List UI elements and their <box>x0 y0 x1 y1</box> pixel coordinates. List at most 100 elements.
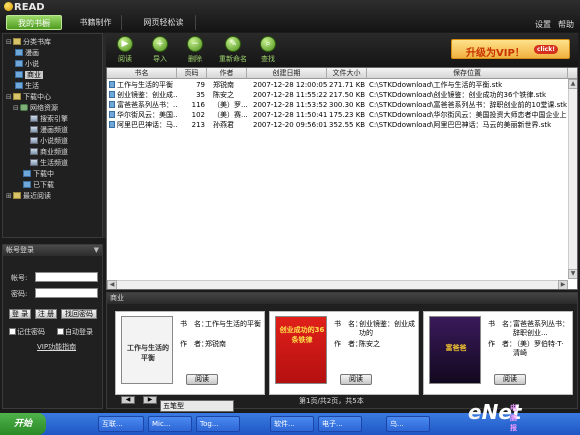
cell-name: 富爸爸系列丛书：... <box>109 100 177 110</box>
column-header-pages[interactable]: 页码 <box>177 68 207 79</box>
tree-item-category-library[interactable]: ⊟ 分类书库 <box>6 37 51 47</box>
book-card[interactable]: 工作与生活的平衡 书 名： 工作与生活的平衡 作 者： 郑锐南 阅读 <box>115 311 265 395</box>
logo-icon <box>4 2 13 11</box>
tree-item-downloaded[interactable]: 已下载 <box>23 180 54 190</box>
tree-item-novel-channel[interactable]: 小说频道 <box>30 136 68 146</box>
account-input[interactable] <box>35 272 98 282</box>
scroll-right-icon[interactable]: ▶ <box>558 280 568 289</box>
read-book-button[interactable]: 阅读 <box>186 374 218 385</box>
tab-web-easy-read[interactable]: 网页轻松读 <box>132 15 196 30</box>
tree-item-downloading[interactable]: 下载中 <box>23 169 54 179</box>
scroll-down-icon[interactable]: ▼ <box>568 269 577 279</box>
scroll-left-icon[interactable]: ◀ <box>107 280 117 289</box>
cell-text: 2007-12-28 11:50:41 <box>253 111 328 119</box>
taskbar-item[interactable]: 软件... <box>270 416 314 432</box>
cell-pages: 116 <box>177 100 205 110</box>
toggle-icon[interactable]: ⊟ <box>6 92 13 102</box>
book-cover[interactable]: 创业成功的36条铁律 <box>275 316 327 384</box>
scroll-up-icon[interactable]: ▲ <box>568 79 577 89</box>
toggle-icon[interactable]: ⊞ <box>6 191 13 201</box>
table-row[interactable]: 阿里巴巴神话：马... 213 孙燕君 2007-12-20 09:56:01 352.… <box>107 120 577 130</box>
import-button[interactable]: + 导入 <box>146 36 174 64</box>
cell-text: 陈安之 <box>213 91 234 99</box>
cell-created: 2007-12-28 11:53:52 <box>253 100 329 110</box>
table-row[interactable]: 创业镜鉴：创业成... 35 陈安之 2007-12-28 11:55:22 217.5… <box>107 90 577 100</box>
pagination-text: 第1页/共2页，共5本 <box>299 397 364 405</box>
tree-item-network-resources[interactable]: ⊟ 网络资源 <box>13 103 58 113</box>
chevron-down-icon[interactable]: ▼ <box>94 245 99 256</box>
read-book-button[interactable]: 阅读 <box>340 374 372 385</box>
cell-created: 2007-12-28 11:55:22 <box>253 90 329 100</box>
toggle-icon[interactable]: ⊟ <box>6 37 13 47</box>
tree-item-comic-channel[interactable]: 漫画频道 <box>30 125 68 135</box>
column-header-created[interactable]: 创建日期 <box>247 68 327 79</box>
remember-password-checkbox[interactable]: 记住密码 <box>9 327 45 337</box>
tree-item-search-engine[interactable]: 搜索引擎 <box>30 114 68 124</box>
book-cover[interactable]: 工作与生活的平衡 <box>121 316 173 384</box>
tree-item-download-center[interactable]: ⊟ 下载中心 <box>6 92 51 102</box>
table-row[interactable]: 华尔街风云：美国... 102 （美）赛... 2007-12-28 11:50:41… <box>107 110 577 120</box>
settings-menu[interactable]: 设置 <box>535 19 551 30</box>
table-row[interactable]: 工作与生活的平衡 79 郑锐南 2007-12-28 12:00:05 271.71 K… <box>107 80 577 90</box>
list-horizontal-scrollbar[interactable]: ◀ ▶ <box>107 280 568 289</box>
taskbar-item[interactable]: 电子... <box>318 416 362 432</box>
column-header-author[interactable]: 作者 <box>207 68 247 79</box>
column-header-size[interactable]: 文件大小 <box>327 68 367 79</box>
tree-item-business[interactable]: 商业 <box>15 70 43 80</box>
table-row[interactable]: 富爸爸系列丛书：... 116 （美）罗... 2007-12-28 11:53:52… <box>107 100 577 110</box>
book-file-icon <box>109 81 115 88</box>
network-icon <box>20 104 28 111</box>
cell-text: 102 <box>191 111 205 119</box>
tree-item-recent-reading[interactable]: ⊞ 最近阅读 <box>6 191 51 201</box>
book-card[interactable]: 富爸爸 书 名： 富爸爸系列丛书：辞职创业... 作 者： （美）罗伯特·T·清崎 … <box>423 311 573 395</box>
column-header-location[interactable]: 保存位置 <box>367 68 568 79</box>
column-header-title[interactable]: 书名 <box>107 68 177 79</box>
tab-my-bookshelf[interactable]: 我的书橱 <box>6 15 62 30</box>
read-book-button[interactable]: 阅读 <box>494 374 526 385</box>
checkbox-box[interactable] <box>9 328 16 335</box>
upgrade-vip-banner[interactable]: 升级为VIP！ click! <box>451 39 570 59</box>
checkbox-box[interactable] <box>57 328 64 335</box>
title-key: 书 名： <box>488 320 516 328</box>
cell-author: （美）罗... <box>213 100 249 110</box>
checkbox-label: 记住密码 <box>17 328 45 336</box>
book-cover[interactable]: 富爸爸 <box>429 316 481 384</box>
checkbox-label: 自动登录 <box>65 328 93 336</box>
delete-button[interactable]: − 删除 <box>181 36 209 64</box>
cell-text: 300.30 KB <box>329 101 365 109</box>
list-vertical-scrollbar[interactable]: ▲ ▼ <box>568 79 577 279</box>
tree-item-comic[interactable]: 漫画 <box>15 48 39 58</box>
author-key: 作 者： <box>334 340 362 348</box>
next-page-icon[interactable]: ▶ <box>143 396 157 404</box>
account-label: 帐号: <box>11 274 28 282</box>
tree-item-novel[interactable]: 小说 <box>15 59 39 69</box>
login-header[interactable]: 帐号登录 ▼ <box>3 245 102 256</box>
help-menu[interactable]: 帮助 <box>558 19 574 30</box>
register-button[interactable]: 注 册 <box>35 309 57 319</box>
taskbar-item[interactable]: 互联... <box>98 416 144 432</box>
tab-book-making[interactable]: 书籍制作 <box>70 15 122 30</box>
cell-name: 工作与生活的平衡 <box>109 80 177 90</box>
tree-item-life-channel[interactable]: 生活频道 <box>30 158 68 168</box>
recover-password-button[interactable]: 找回密码 <box>61 309 97 319</box>
tree-label: 网络资源 <box>30 104 58 112</box>
tree-item-life[interactable]: 生活 <box>15 81 39 91</box>
taskbar-item[interactable]: 乌... <box>386 416 430 432</box>
taskbar-item[interactable]: Tog... <box>196 416 240 432</box>
book-card[interactable]: 创业成功的36条铁律 书 名： 创业镜鉴：创业成功的 作 者： 陈安之 阅读 <box>269 311 419 395</box>
ime-mode[interactable]: 五笔型 <box>163 402 184 410</box>
toggle-icon[interactable]: ⊟ <box>13 103 20 113</box>
ime-toolbar[interactable]: 五笔型 <box>160 400 234 412</box>
cell-pages: 213 <box>177 120 205 130</box>
search-button[interactable]: ⌕ 查找 <box>254 36 282 64</box>
rename-button[interactable]: ✎ 重新命名 <box>216 36 250 64</box>
vip-guide-link[interactable]: VIP功能指南 <box>37 342 76 352</box>
taskbar-item[interactable]: Mic... <box>148 416 192 432</box>
start-button[interactable]: 开始 <box>0 413 46 435</box>
password-input[interactable] <box>35 288 98 298</box>
tree-item-business-channel[interactable]: 商业频道 <box>30 147 68 157</box>
prev-page-icon[interactable]: ◀ <box>121 396 135 404</box>
login-button[interactable]: 登 录 <box>9 309 31 319</box>
auto-login-checkbox[interactable]: 自动登录 <box>57 327 93 337</box>
read-button[interactable]: ▶ 阅读 <box>111 36 139 64</box>
